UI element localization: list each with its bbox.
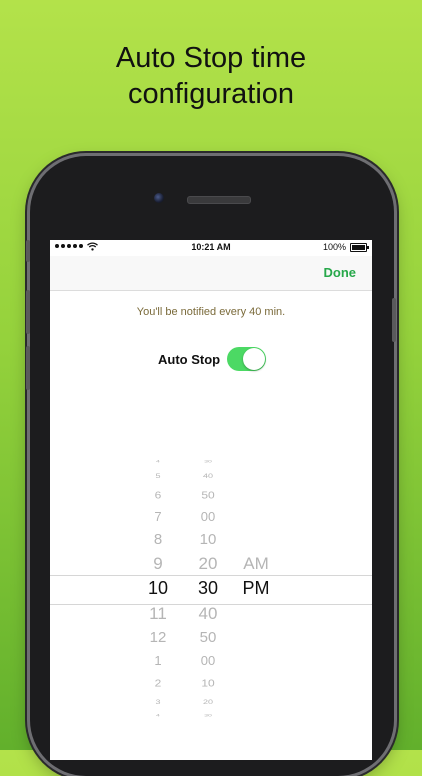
hour-option[interactable]: 11 <box>138 604 178 624</box>
minute-option[interactable]: 10 <box>188 531 228 549</box>
promo-headline: Auto Stop time configuration <box>0 40 422 112</box>
phone-volume-down <box>26 346 30 390</box>
hour-option[interactable]: 1 <box>138 653 178 669</box>
am-pm-wheel[interactable]: AM PM <box>236 456 276 716</box>
hour-option[interactable]: 9 <box>138 554 178 574</box>
hour-selected[interactable]: 10 <box>138 578 178 600</box>
hour-option[interactable]: 4 <box>138 714 178 719</box>
hour-option[interactable]: 2 <box>138 677 178 689</box>
phone-mute-switch <box>26 240 30 262</box>
done-button[interactable]: Done <box>324 265 357 280</box>
hour-option[interactable]: 5 <box>138 472 178 480</box>
hour-option[interactable]: 6 <box>138 489 178 501</box>
headline-line-2: configuration <box>127 78 295 110</box>
status-bar: 10:21 AM 100% <box>50 240 372 256</box>
minute-option[interactable]: 30 <box>188 460 228 465</box>
minute-option[interactable]: 30 <box>188 714 228 719</box>
minute-option[interactable]: 50 <box>188 629 228 647</box>
minute-option[interactable]: 40 <box>188 472 228 480</box>
minute-option[interactable]: 40 <box>188 604 228 624</box>
app-screen: 10:21 AM 100% Done You'll be notified ev… <box>50 240 372 760</box>
minute-option[interactable]: 00 <box>188 653 228 669</box>
battery-percentage: 100% <box>322 242 346 252</box>
hour-option[interactable]: 12 <box>138 629 178 647</box>
time-picker[interactable]: 4 5 6 7 8 9 10 11 12 1 2 3 4 30 40 50 00 10 20 30 40 50 00 10 2… <box>50 456 372 719</box>
auto-stop-toggle[interactable] <box>227 347 266 371</box>
minute-option[interactable]: 50 <box>188 489 228 501</box>
auto-stop-label: Auto Stop <box>158 352 221 367</box>
battery-icon <box>350 243 369 252</box>
notification-interval-text: You'll be notified every 40 min. <box>136 306 286 318</box>
front-camera-icon <box>154 193 164 203</box>
hour-option[interactable]: 7 <box>138 509 178 525</box>
phone-power-button <box>392 298 396 342</box>
minute-wheel[interactable]: 30 40 50 00 10 20 30 40 50 00 10 20 30 <box>188 456 228 719</box>
period-selected[interactable]: PM <box>236 578 276 600</box>
earpiece-speaker <box>187 196 251 204</box>
minute-selected[interactable]: 30 <box>188 578 228 600</box>
hour-option[interactable]: 3 <box>138 698 178 706</box>
phone-volume-up <box>26 290 30 334</box>
hour-wheel[interactable]: 4 5 6 7 8 9 10 11 12 1 2 3 4 <box>138 456 178 719</box>
minute-option[interactable]: 20 <box>188 698 228 706</box>
minute-option[interactable]: 00 <box>188 509 228 525</box>
period-option[interactable]: AM <box>236 554 276 574</box>
minute-option[interactable]: 20 <box>188 554 228 574</box>
auto-stop-row: Auto Stop <box>50 346 372 372</box>
hour-option[interactable]: 8 <box>138 531 178 549</box>
headline-line-1: Auto Stop time <box>115 42 307 74</box>
toggle-knob <box>243 348 265 370</box>
hour-option[interactable]: 4 <box>138 460 178 465</box>
minute-option[interactable]: 10 <box>188 677 228 689</box>
navigation-bar: Done <box>50 256 372 291</box>
